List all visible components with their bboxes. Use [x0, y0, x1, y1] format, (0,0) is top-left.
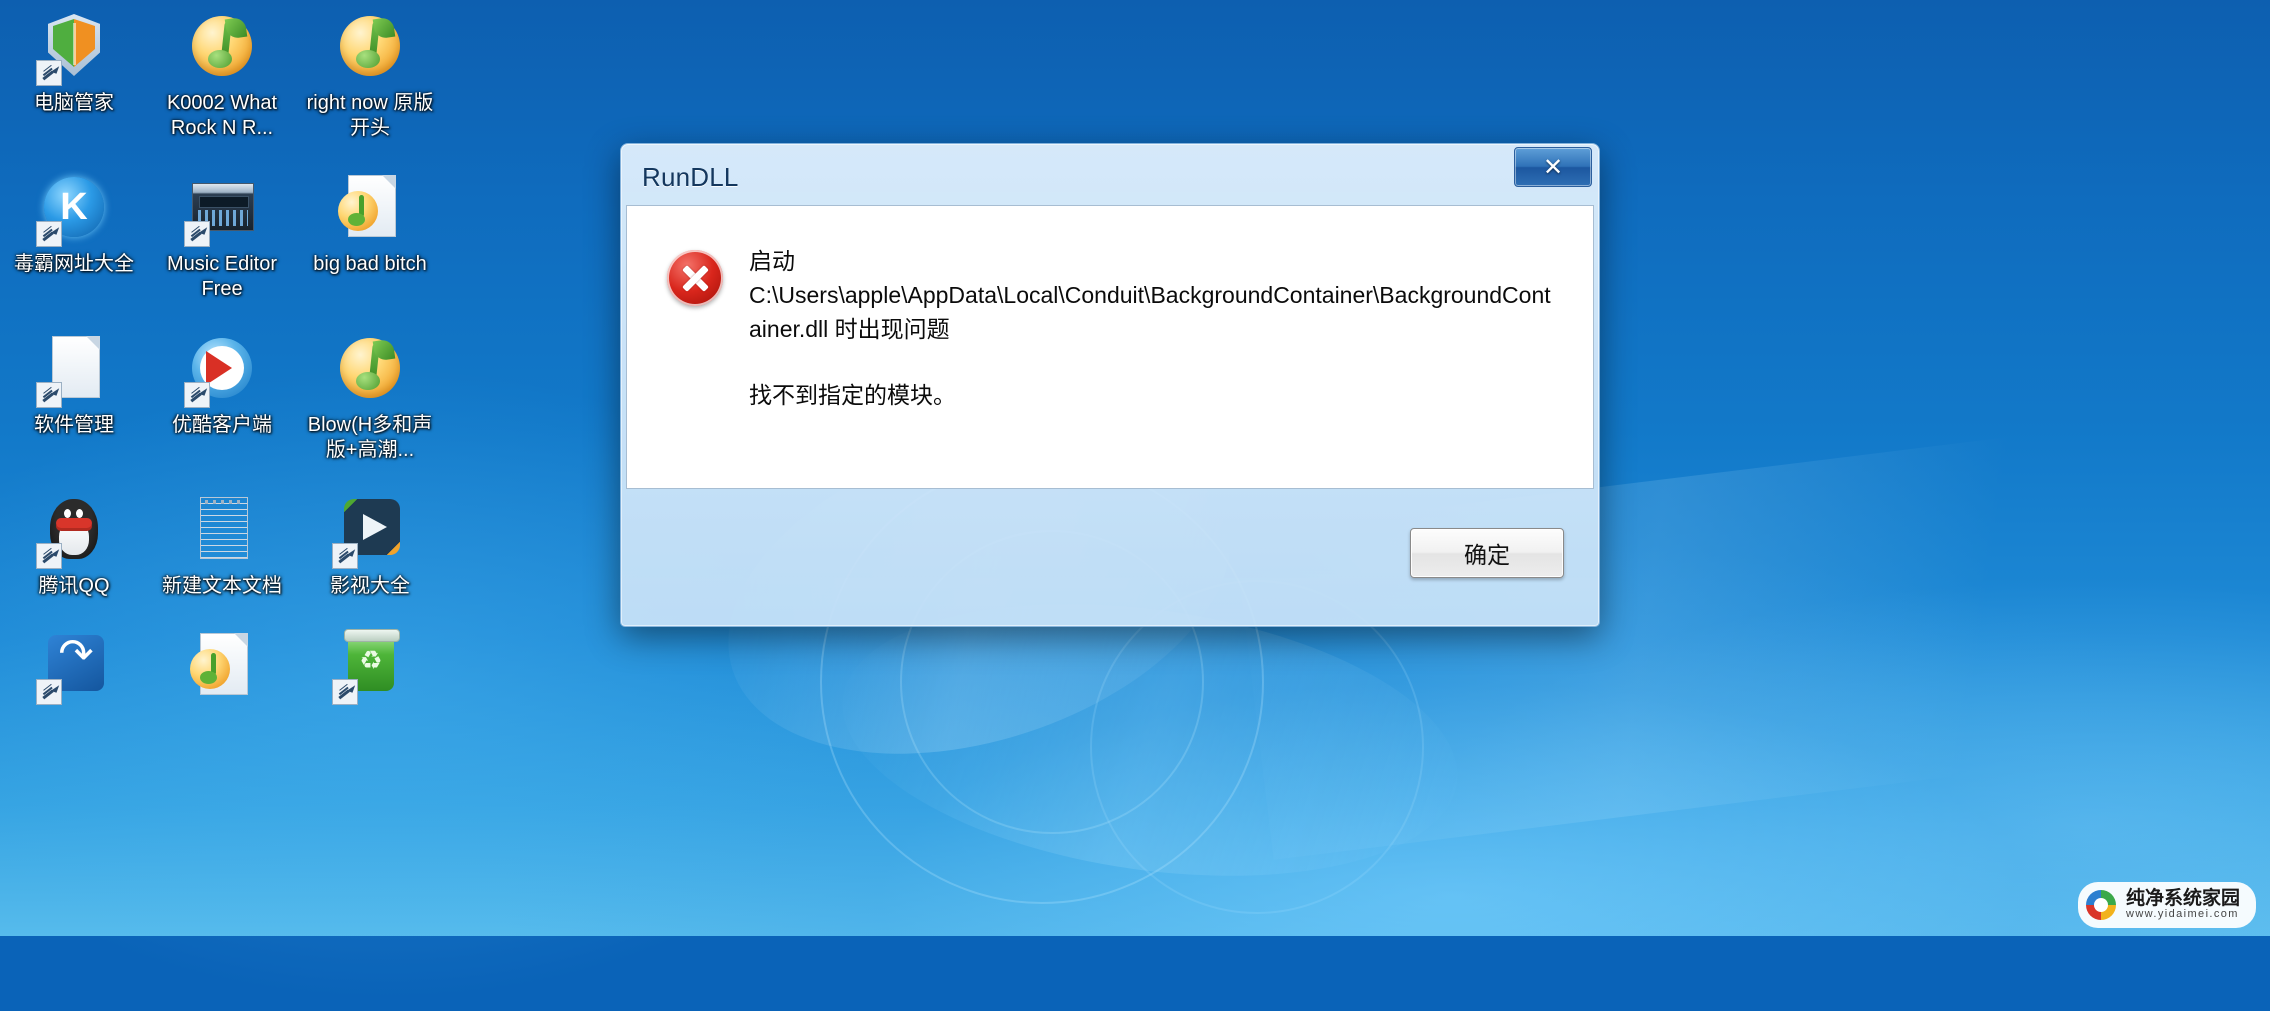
shortcut-arrow-icon: [332, 679, 358, 705]
desktop-icon-duba-wangzhi[interactable]: K 毒霸网址大全: [0, 161, 148, 302]
recycle-bin-icon: [332, 629, 406, 705]
desktop-icon-label: big bad bitch: [313, 253, 427, 275]
desktop-icon-dianao-guanjia[interactable]: 电脑管家: [0, 0, 148, 141]
dialog-message-line-1: 启动: [749, 248, 795, 274]
desktop-icon-music-file[interactable]: [148, 619, 296, 710]
arrows-refresh-icon: [36, 629, 110, 705]
desktop-icon-row: 电脑管家 K0002 What Rock N R... right now 原版…: [0, 0, 460, 141]
desktop-icon-yingshi-daquan[interactable]: 影视大全: [296, 483, 444, 599]
desktop-icon-new-text-document[interactable]: 新建文本文档: [148, 483, 296, 599]
dialog-message-line-2: C:\Users\apple\AppData\Local\Conduit\Bac…: [749, 282, 1551, 342]
desktop-icon-youku-client[interactable]: 优酷客户端: [148, 322, 296, 463]
watermark-text: 纯净系统家园 www.yidaimei.com: [2126, 889, 2240, 920]
shortcut-arrow-icon: [184, 221, 210, 247]
desktop-icon-music-editor-free[interactable]: Music Editor Free: [148, 161, 296, 302]
watermark-logo-icon: [2085, 890, 2116, 920]
music-note-icon: [186, 12, 258, 84]
desktop-icon-label: 影视大全: [330, 575, 410, 597]
desktop-icon-label: 腾讯QQ: [38, 575, 110, 597]
desktop-icon-row-partial: [0, 619, 460, 710]
music-note-icon: [334, 334, 406, 406]
desktop-icon-k0002[interactable]: K0002 What Rock N R...: [148, 0, 296, 141]
dialog-body: 启动 C:\Users\apple\AppData\Local\Conduit\…: [626, 205, 1594, 489]
shortcut-arrow-icon: [36, 679, 62, 705]
watermark-url: www.yidaimei.com: [2125, 908, 2239, 921]
dialog-title: RunDLL: [642, 161, 739, 192]
shortcut-arrow-icon: [36, 543, 62, 569]
video-play-icon: [332, 495, 406, 569]
desktop-icon-right-now[interactable]: right now 原版开头: [296, 0, 444, 141]
document-icon: [36, 334, 110, 408]
rundll-error-dialog[interactable]: RunDLL ✕ 启动 C:\Users\apple\AppData\Local…: [620, 143, 1600, 627]
dialog-message-secondary: 找不到指定的模块。: [749, 382, 956, 408]
music-note-icon: [334, 12, 406, 84]
desktop-icon-tencent-qq[interactable]: 腾讯QQ: [0, 483, 148, 599]
music-file-icon: [186, 631, 258, 703]
shortcut-arrow-icon: [36, 221, 62, 247]
audio-mixer-icon: [184, 173, 258, 247]
shortcut-arrow-icon: [36, 60, 62, 86]
kingsoft-k-icon: K: [36, 173, 110, 247]
dialog-footer: 确定: [626, 489, 1594, 617]
dialog-titlebar[interactable]: RunDLL ✕: [626, 147, 1594, 205]
desktop-icon-grid: 电脑管家 K0002 What Rock N R... right now 原版…: [0, 0, 460, 710]
dialog-message-area: 启动 C:\Users\apple\AppData\Local\Conduit\…: [749, 244, 1559, 488]
desktop-icon-label: 新建文本文档: [162, 575, 282, 597]
error-x-icon: [667, 250, 723, 306]
desktop-icon-big-bad-bitch[interactable]: big bad bitch: [296, 161, 444, 302]
desktop-icon-ruanjian-guanli[interactable]: 软件管理: [0, 322, 148, 463]
youku-play-icon: [184, 334, 258, 408]
music-file-icon: [334, 173, 406, 245]
desktop-icon-sync-tool[interactable]: [0, 619, 148, 710]
watermark-title: 纯净系统家园: [2125, 888, 2240, 910]
shortcut-arrow-icon: [184, 382, 210, 408]
close-icon[interactable]: ✕: [1514, 147, 1592, 187]
desktop-icon-row: 软件管理 优酷客户端 Blow(H多和声版+高潮...: [0, 322, 460, 463]
ok-button[interactable]: 确定: [1410, 528, 1564, 578]
desktop-icon-label: 优酷客户端: [172, 414, 272, 436]
desktop-icon-recycle-bin[interactable]: [296, 619, 444, 710]
desktop-icon-blow[interactable]: Blow(H多和声版+高潮...: [296, 322, 444, 463]
desktop-icon-row: 腾讯QQ 新建文本文档 影视大全: [0, 483, 460, 599]
desktop-icon-label: K0002 What Rock N R...: [166, 92, 278, 139]
desktop-icon-label: 毒霸网址大全: [14, 253, 134, 275]
qq-penguin-icon: [36, 495, 110, 569]
site-watermark: 纯净系统家园 www.yidaimei.com: [2077, 882, 2256, 928]
shortcut-arrow-icon: [36, 382, 62, 408]
desktop-icon-label: right now 原版开头: [306, 92, 434, 139]
shield-icon: [36, 12, 110, 86]
desktop-icon-label: 电脑管家: [34, 92, 114, 114]
desktop-icon-label: 软件管理: [34, 414, 114, 436]
notepad-icon: [186, 495, 258, 567]
desktop-icon-row: K 毒霸网址大全 Music Editor Free big bad bitch: [0, 161, 460, 302]
desktop-icon-label: Music Editor Free: [166, 253, 278, 300]
shortcut-arrow-icon: [332, 543, 358, 569]
desktop-icon-label: Blow(H多和声版+高潮...: [307, 414, 433, 461]
